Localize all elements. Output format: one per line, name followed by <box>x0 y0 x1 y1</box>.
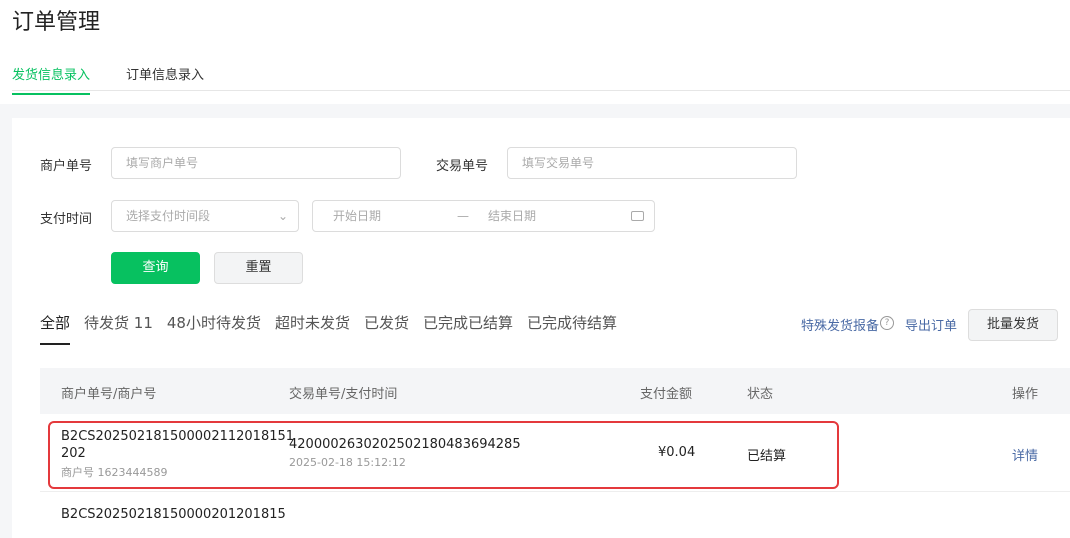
col-merchant-order: 商户单号/商户号 <box>61 387 157 402</box>
special-report-link[interactable]: 特殊发货报备 <box>801 315 879 334</box>
date-separator: — <box>457 209 469 223</box>
filter-tab-48h[interactable]: 48小时待发货 <box>167 312 261 345</box>
col-trade-no: 交易单号/支付时间 <box>289 387 398 402</box>
status-filter-tabs: 全部 待发货 11 48小时待发货 超时未发货 已发货 已完成已结算 已完成待结… <box>40 312 617 345</box>
date-range-picker[interactable]: 开始日期 — 结束日期 <box>312 200 655 232</box>
table-row: B2CS20250218150000201201815 <box>40 493 1070 533</box>
start-date[interactable]: 开始日期 <box>333 201 381 231</box>
header: 订单管理 发货信息录入 订单信息录入 <box>0 0 1070 104</box>
col-status: 状态 <box>747 387 774 402</box>
page-title: 订单管理 <box>12 10 101 35</box>
filter-tab-settled[interactable]: 已完成已结算 <box>423 312 513 345</box>
col-amount: 支付金额 <box>640 387 693 402</box>
trade-no-input[interactable]: 填写交易单号 <box>507 147 797 179</box>
end-date[interactable]: 结束日期 <box>488 201 536 231</box>
batch-ship-button[interactable]: 批量发货 <box>968 309 1058 341</box>
merchant-no-input[interactable]: 填写商户单号 <box>111 147 401 179</box>
pay-time-label: 支付时间 <box>40 212 93 227</box>
chevron-down-icon: ⌄ <box>277 209 288 223</box>
query-button[interactable]: 查询 <box>111 252 200 284</box>
trade-no-label: 交易单号 <box>436 159 489 174</box>
filter-tab-shipped[interactable]: 已发货 <box>364 312 409 345</box>
export-orders-link[interactable]: 导出订单 <box>905 315 957 334</box>
pay-time-select[interactable]: 选择支付时间段 ⌄ <box>111 200 299 232</box>
merchant-no-label: 商户单号 <box>40 159 93 174</box>
table-header: 商户单号/商户号 交易单号/支付时间 支付金额 状态 操作 <box>40 368 1070 414</box>
divider <box>12 90 1070 91</box>
detail-link[interactable]: 详情 <box>1012 445 1038 464</box>
help-icon[interactable]: ? <box>880 316 894 330</box>
highlight-box <box>48 421 839 489</box>
pay-time-select-value: 选择支付时间段 <box>126 209 211 223</box>
filter-tab-overdue[interactable]: 超时未发货 <box>275 312 350 345</box>
merchant-order-no: B2CS20250218150000201201815 <box>61 507 286 522</box>
filter-tab-pending[interactable]: 待发货 11 <box>84 312 153 345</box>
col-action: 操作 <box>1012 387 1039 402</box>
filter-tab-all[interactable]: 全部 <box>40 312 71 345</box>
reset-button[interactable]: 重置 <box>214 252 303 284</box>
calendar-icon <box>631 211 644 221</box>
filter-tab-unsettled[interactable]: 已完成待结算 <box>527 312 617 345</box>
